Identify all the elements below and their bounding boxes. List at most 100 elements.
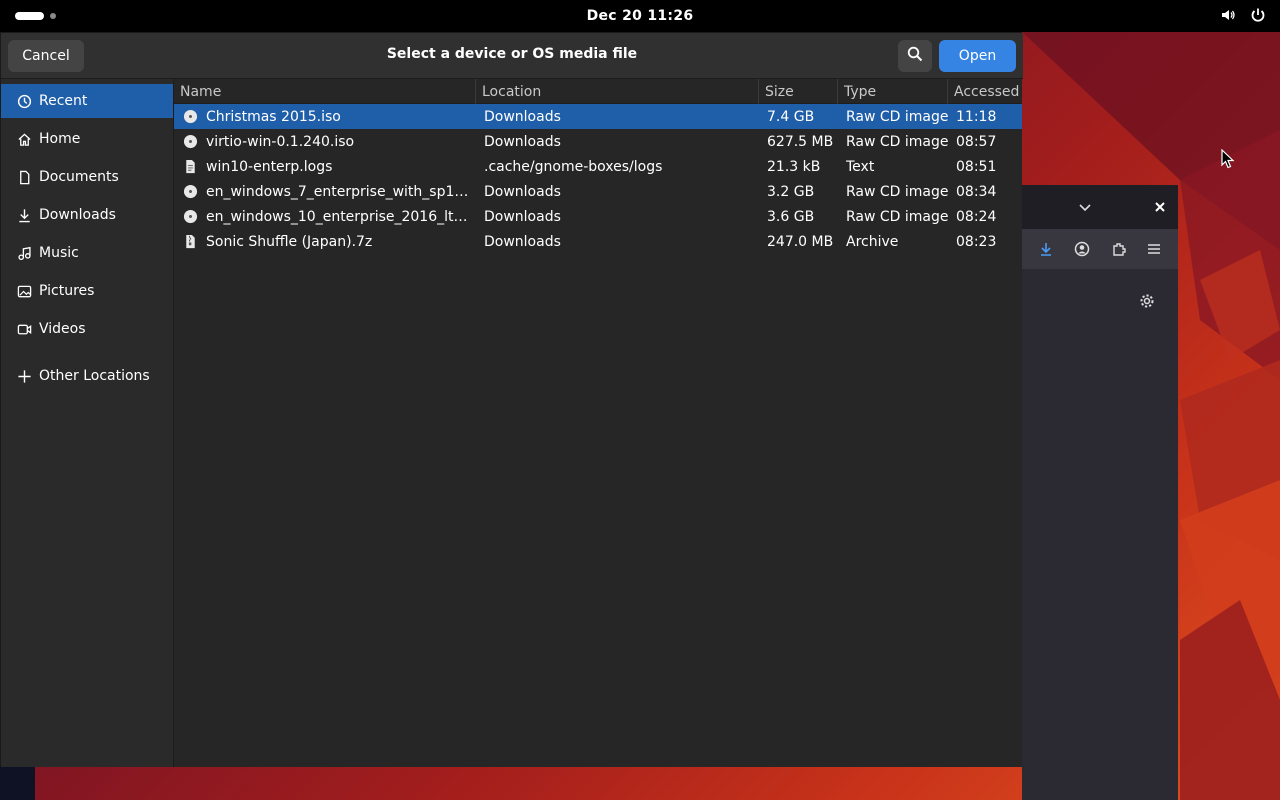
activities-button[interactable]: [15, 12, 56, 20]
column-header-accessed[interactable]: Accessed: [948, 79, 1022, 104]
file-chooser-dialog: Cancel Select a device or OS media file …: [0, 32, 1023, 767]
location-cell: Downloads: [484, 233, 561, 250]
volume-icon[interactable]: [1220, 7, 1236, 23]
accessed-cell: 08:51: [956, 158, 997, 175]
extensions-icon[interactable]: [1111, 241, 1127, 261]
sidebar-item-documents[interactable]: Documents: [1, 160, 173, 194]
table-row[interactable]: en_windows_10_enterprise_2016_ltsb… Down…: [174, 204, 1022, 229]
size-cell: 3.2 GB: [767, 183, 815, 200]
document-icon: [16, 169, 32, 185]
text-file-icon: [182, 159, 198, 175]
accessed-cell: 08:24: [956, 208, 997, 225]
location-cell: Downloads: [484, 133, 561, 150]
table-row[interactable]: win10-enterp.logs .cache/gnome-boxes/log…: [174, 154, 1022, 179]
dock-fragment: [0, 766, 35, 800]
size-cell: 7.4 GB: [767, 108, 815, 125]
disc-icon: [182, 184, 198, 200]
table-row[interactable]: virtio-win-0.1.240.iso Downloads 627.5 M…: [174, 129, 1022, 154]
table-row[interactable]: Sonic Shuffle (Japan).7z Downloads 247.0…: [174, 229, 1022, 254]
file-name: Sonic Shuffle (Japan).7z: [206, 233, 373, 250]
type-cell: Archive: [846, 233, 899, 250]
sidebar-item-other-locations[interactable]: Other Locations: [1, 359, 173, 393]
sidebar-item-label: Pictures: [39, 283, 95, 299]
clock-icon: [16, 93, 32, 109]
dialog-title: Select a device or OS media file: [386, 46, 638, 62]
cancel-button[interactable]: Cancel: [8, 40, 84, 72]
location-cell: Downloads: [484, 183, 561, 200]
download-icon[interactable]: [1038, 241, 1054, 261]
sidebar-item-pictures[interactable]: Pictures: [1, 274, 173, 308]
open-button[interactable]: Open: [939, 40, 1016, 72]
file-list-header: Name Location Size Type Accessed: [174, 79, 1022, 104]
sidebar-item-label: Other Locations: [39, 368, 150, 384]
sidebar-item-label: Documents: [39, 169, 119, 185]
file-name: win10-enterp.logs: [206, 158, 333, 175]
activities-dot: [50, 13, 56, 19]
name-cell: en_windows_10_enterprise_2016_ltsb…: [182, 204, 472, 229]
table-row[interactable]: Christmas 2015.iso Downloads 7.4 GB Raw …: [174, 104, 1022, 129]
search-button[interactable]: [898, 40, 932, 72]
places-sidebar: Recent Home Documents Downloads Music Pi…: [1, 79, 174, 767]
type-cell: Raw CD image: [846, 183, 949, 200]
sidebar-item-label: Home: [39, 131, 81, 147]
file-name: virtio-win-0.1.240.iso: [206, 133, 355, 150]
archive-icon: [182, 234, 198, 250]
mouse-cursor-icon: [1221, 148, 1235, 173]
video-icon: [16, 321, 32, 337]
name-cell: win10-enterp.logs: [182, 154, 472, 179]
dialog-header: Cancel Select a device or OS media file …: [1, 33, 1023, 79]
table-row[interactable]: en_windows_7_enterprise_with_sp1_x… Down…: [174, 179, 1022, 204]
location-cell: Downloads: [484, 208, 561, 225]
location-cell: Downloads: [484, 108, 561, 125]
power-icon[interactable]: [1250, 7, 1266, 23]
column-header-type[interactable]: Type: [838, 79, 948, 104]
sidebar-item-label: Music: [39, 245, 79, 261]
sidebar-item-recent[interactable]: Recent: [1, 84, 173, 118]
sidebar-item-label: Videos: [39, 321, 86, 337]
picture-icon: [16, 283, 32, 299]
file-list: Name Location Size Type Accessed Christm…: [174, 79, 1022, 767]
column-header-location[interactable]: Location: [476, 79, 759, 104]
background-window: [1022, 185, 1178, 800]
sidebar-item-music[interactable]: Music: [1, 236, 173, 270]
name-cell: Christmas 2015.iso: [182, 104, 472, 129]
type-cell: Raw CD image: [846, 108, 949, 125]
name-cell: en_windows_7_enterprise_with_sp1_x…: [182, 179, 472, 204]
size-cell: 627.5 MB: [767, 133, 834, 150]
sidebar-item-downloads[interactable]: Downloads: [1, 198, 173, 232]
music-icon: [16, 245, 32, 261]
type-cell: Raw CD image: [846, 133, 949, 150]
disc-icon: [182, 134, 198, 150]
sidebar-item-label: Recent: [39, 93, 88, 109]
size-cell: 247.0 MB: [767, 233, 834, 250]
name-cell: Sonic Shuffle (Japan).7z: [182, 229, 472, 254]
close-icon[interactable]: [1153, 199, 1167, 218]
type-cell: Text: [846, 158, 875, 175]
accessed-cell: 08:34: [956, 183, 997, 200]
sidebar-item-home[interactable]: Home: [1, 122, 173, 156]
accessed-cell: 11:18: [956, 108, 997, 125]
column-header-size[interactable]: Size: [759, 79, 838, 104]
system-tray[interactable]: [1220, 7, 1266, 23]
size-cell: 21.3 kB: [767, 158, 821, 175]
gear-icon[interactable]: [1139, 293, 1155, 313]
file-name: en_windows_10_enterprise_2016_ltsb…: [206, 208, 472, 225]
sidebar-item-videos[interactable]: Videos: [1, 312, 173, 346]
download-icon: [16, 207, 32, 223]
file-name: Christmas 2015.iso: [206, 108, 341, 125]
plus-icon: [16, 368, 32, 384]
home-icon: [16, 131, 32, 147]
accessed-cell: 08:23: [956, 233, 997, 250]
disc-icon: [182, 209, 198, 225]
name-cell: virtio-win-0.1.240.iso: [182, 129, 472, 154]
menu-icon[interactable]: [1146, 241, 1162, 261]
account-icon[interactable]: [1074, 241, 1090, 261]
column-header-name[interactable]: Name: [174, 79, 476, 104]
sidebar-item-label: Downloads: [39, 207, 116, 223]
sidebar-separator: [1, 347, 173, 348]
location-cell: .cache/gnome-boxes/logs: [484, 158, 663, 175]
search-icon: [907, 46, 923, 66]
clock[interactable]: Dec 20 11:26: [587, 8, 694, 24]
chevron-down-icon[interactable]: [1078, 199, 1092, 218]
size-cell: 3.6 GB: [767, 208, 815, 225]
